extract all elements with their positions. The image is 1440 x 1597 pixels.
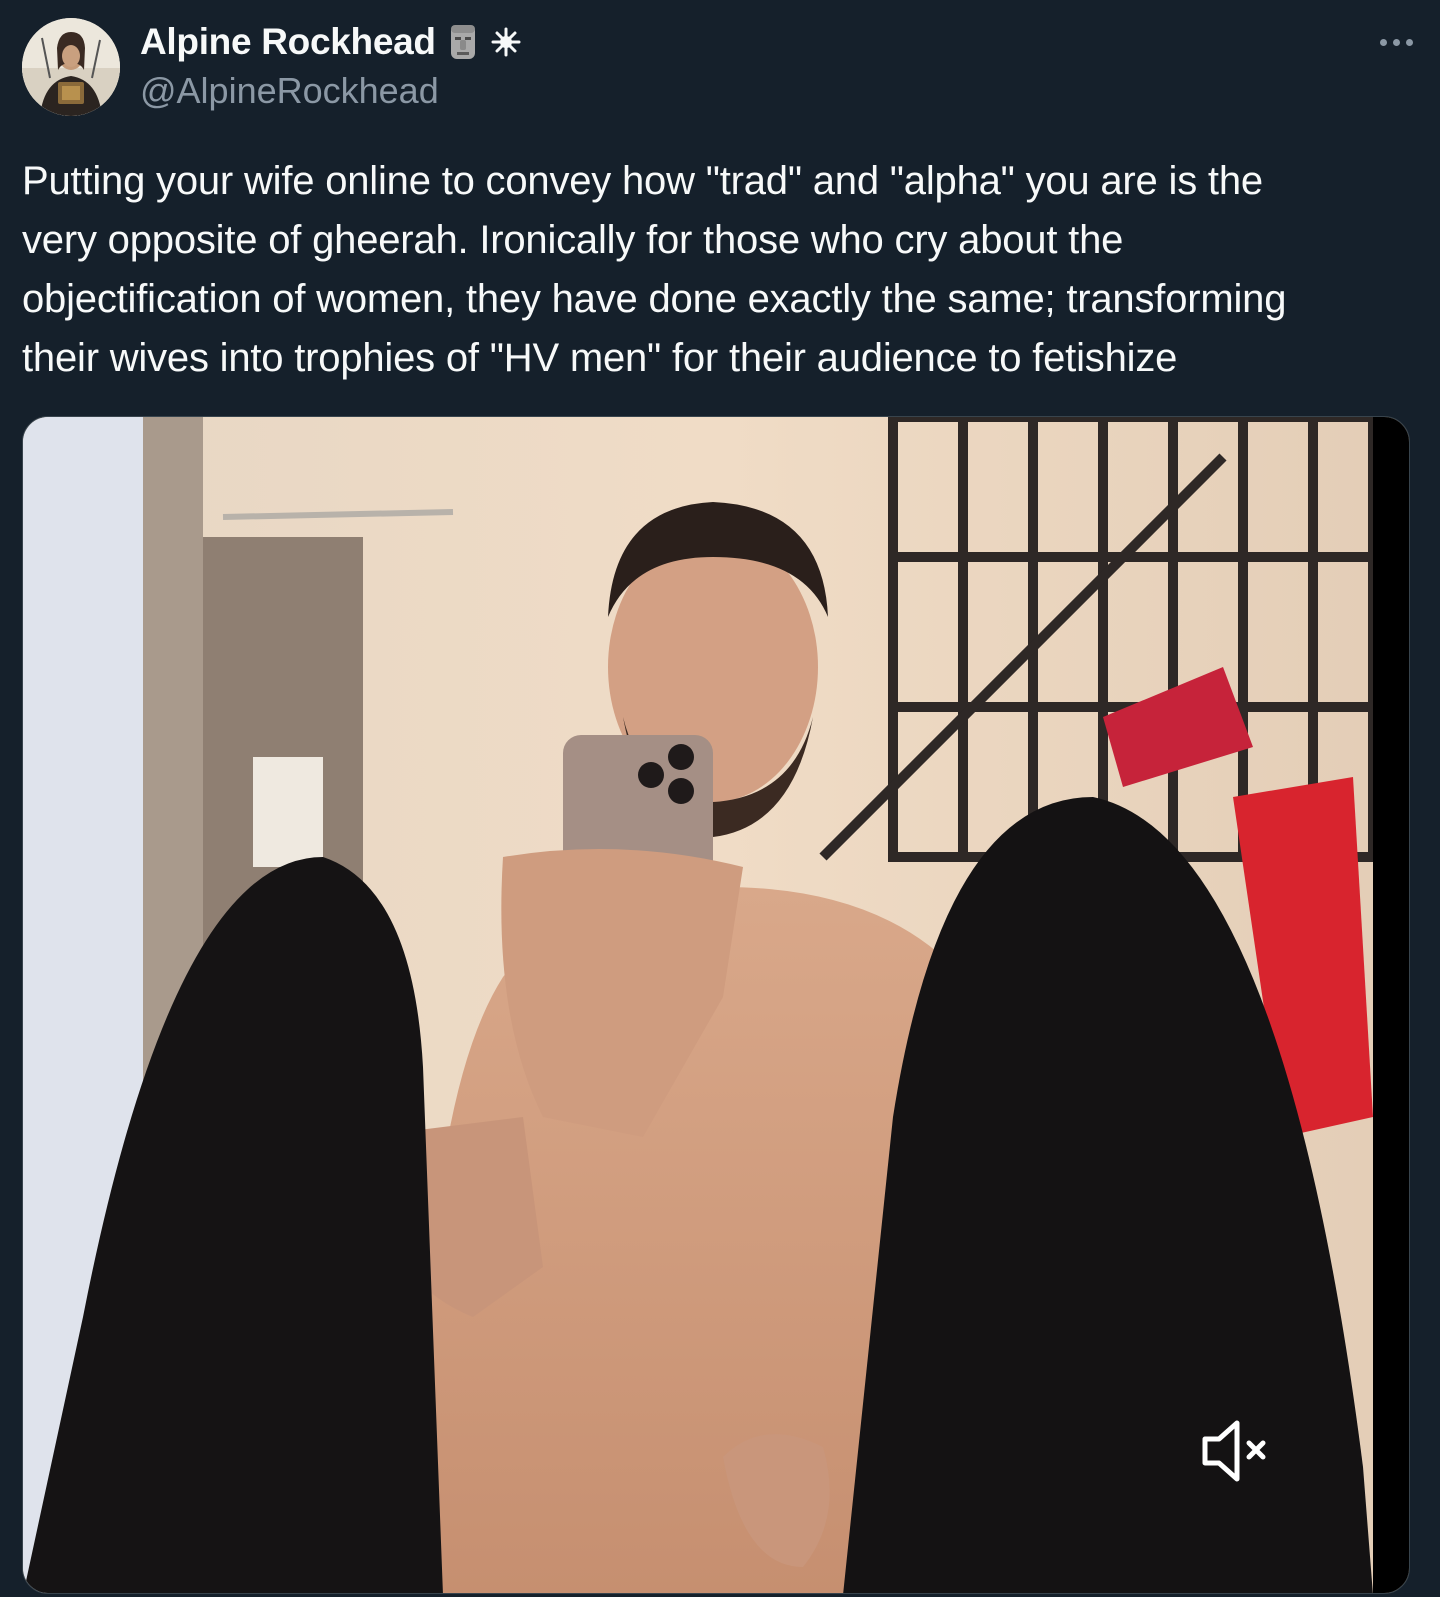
tweet-video[interactable] bbox=[22, 416, 1410, 1594]
mute-toggle-button[interactable] bbox=[1193, 1411, 1283, 1491]
moai-emoji-icon bbox=[446, 22, 480, 62]
author-avatar[interactable] bbox=[22, 18, 120, 116]
author-name-row: Alpine Rockhead bbox=[140, 20, 522, 64]
author-display-name[interactable]: Alpine Rockhead bbox=[140, 21, 436, 63]
avatar-image bbox=[22, 18, 120, 116]
tweet-card: Alpine Rockhead @AlpineRockhead Putting … bbox=[0, 0, 1440, 1597]
sparkle-icon bbox=[490, 26, 522, 58]
tweet-text: Putting your wife online to convey how "… bbox=[22, 159, 1287, 380]
more-options-button[interactable] bbox=[1366, 22, 1426, 62]
more-dot bbox=[1405, 38, 1413, 46]
speaker-muted-icon bbox=[1202, 1420, 1266, 1482]
more-dot bbox=[1392, 38, 1400, 46]
author-handle[interactable]: @AlpineRockhead bbox=[140, 70, 439, 112]
more-horizontal-icon bbox=[1379, 38, 1387, 46]
